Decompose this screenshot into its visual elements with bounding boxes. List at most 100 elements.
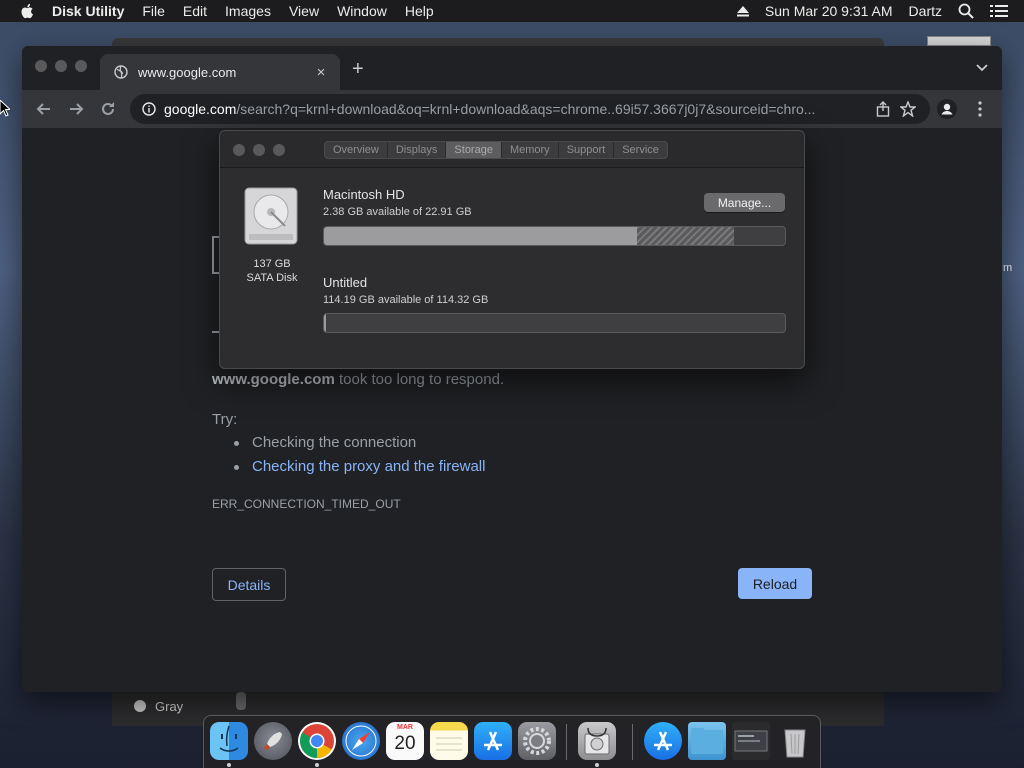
control-center-list-icon[interactable]	[990, 4, 1008, 18]
dock-separator	[566, 724, 567, 760]
menu-bar: Disk Utility File Edit Images View Windo…	[0, 0, 1024, 22]
tab-service[interactable]: Service	[614, 142, 667, 158]
menu-file[interactable]: File	[142, 3, 165, 19]
storage-bar-macintosh-hd	[323, 226, 786, 246]
finder-running-dot	[227, 763, 231, 767]
app-store-a-icon	[654, 731, 672, 751]
suggestion-proxy-firewall-link[interactable]: Checking the proxy and the firewall	[233, 458, 485, 482]
disk-info: 137 GB SATA Disk	[230, 257, 314, 285]
url-text[interactable]: google.com/search?q=krnl+download&oq=krn…	[164, 101, 864, 117]
compass-icon	[345, 725, 377, 757]
browser-toolbar: google.com/search?q=krnl+download&oq=krn…	[22, 90, 1002, 128]
desktop-edge-text: m	[1003, 262, 1013, 274]
eject-icon[interactable]	[736, 5, 749, 17]
spotlight-search-icon[interactable]	[958, 3, 974, 19]
menu-view[interactable]: View	[289, 3, 319, 19]
chrome-running-dot	[315, 763, 319, 767]
notes-icon[interactable]	[430, 722, 468, 760]
tab-displays[interactable]: Displays	[388, 142, 447, 158]
close-tab-icon[interactable]: ×	[312, 64, 330, 81]
screenshot-icon[interactable]	[732, 722, 770, 760]
storage-titlebar: Overview Displays Storage Memory Support…	[220, 131, 804, 168]
chrome-icon[interactable]	[298, 722, 336, 760]
forward-arrow-icon[interactable]	[66, 99, 86, 119]
calendar-day: 20	[394, 733, 416, 754]
trash-icon[interactable]	[776, 722, 814, 760]
menu-app-name[interactable]: Disk Utility	[52, 3, 124, 19]
gear-icon	[523, 727, 551, 755]
launchpad-icon[interactable]	[254, 722, 292, 760]
volume-available-macintosh-hd: 2.38 GB available of 22.91 GB	[323, 206, 472, 218]
reload-icon[interactable]	[98, 99, 118, 119]
finder-icon[interactable]	[210, 722, 248, 760]
folder-icon[interactable]	[688, 722, 726, 760]
browser-tab[interactable]: www.google.com ×	[100, 54, 340, 90]
notes-lines-icon	[436, 737, 462, 751]
url-host: google.com	[164, 101, 237, 117]
chevron-down-icon[interactable]	[976, 64, 988, 72]
trash-can-icon	[784, 729, 806, 758]
tab-strip: www.google.com × +	[22, 46, 1002, 90]
menu-images[interactable]: Images	[225, 3, 271, 19]
disk-type: SATA Disk	[246, 272, 298, 284]
dock-separator	[632, 724, 633, 760]
address-bar[interactable]: google.com/search?q=krnl+download&oq=krn…	[130, 94, 930, 124]
tab-support[interactable]: Support	[559, 142, 615, 158]
volume-available-untitled: 114.19 GB available of 114.32 GB	[323, 294, 489, 306]
gray-radio-button[interactable]	[134, 700, 146, 712]
close-window-button[interactable]	[35, 60, 47, 72]
safari-icon[interactable]	[342, 722, 380, 760]
volume-name-macintosh-hd: Macintosh HD	[323, 187, 405, 202]
app-store-icon[interactable]	[474, 722, 512, 760]
stethoscope-disk-icon	[584, 727, 610, 755]
manage-button[interactable]: Manage...	[704, 193, 785, 212]
menu-help[interactable]: Help	[405, 3, 434, 19]
more-options-icon[interactable]	[972, 100, 988, 118]
profile-person-icon	[938, 100, 956, 118]
storage-window-controls	[233, 144, 293, 156]
system-preferences-icon[interactable]	[518, 722, 556, 760]
minimize-window-button[interactable]	[55, 60, 67, 72]
globe-icon	[114, 65, 128, 79]
profile-avatar[interactable]	[937, 99, 957, 119]
site-info-icon[interactable]	[142, 102, 156, 116]
folder-glyph-icon	[691, 728, 723, 754]
background-scroll-knob[interactable]	[236, 692, 246, 710]
storage-zoom-button[interactable]	[273, 144, 285, 156]
menu-window[interactable]: Window	[337, 3, 387, 19]
error-message-text: took too long to respond.	[334, 371, 505, 388]
calendar-icon[interactable]: MAR 20	[386, 722, 424, 760]
menu-edit[interactable]: Edit	[183, 3, 207, 19]
new-tab-button[interactable]: +	[352, 58, 364, 81]
disk-utility-running-dot	[595, 763, 599, 767]
disk-utility-icon[interactable]	[578, 722, 616, 760]
desktop-thumbnail	[927, 36, 991, 46]
share-icon[interactable]	[876, 101, 890, 117]
menu-clock[interactable]: Sun Mar 20 9:31 AM	[765, 3, 893, 19]
app-store-downloads-icon[interactable]	[644, 722, 682, 760]
apple-menu-icon[interactable]	[18, 3, 36, 19]
bookmark-star-icon[interactable]	[900, 101, 916, 117]
try-label: Try:	[212, 411, 238, 428]
tab-overview[interactable]: Overview	[325, 142, 388, 158]
storage-close-button[interactable]	[233, 144, 245, 156]
gray-radio-label: Gray	[155, 699, 184, 714]
menu-user[interactable]: Dartz	[909, 3, 942, 19]
suggestion-list: Checking the connection Checking the pro…	[233, 434, 485, 482]
error-host: www.google.com	[212, 371, 335, 388]
about-tabs: Overview Displays Storage Memory Support…	[324, 141, 668, 159]
tab-memory[interactable]: Memory	[502, 142, 559, 158]
tab-title: www.google.com	[138, 64, 237, 80]
window-controls	[35, 60, 95, 72]
zoom-window-button[interactable]	[75, 60, 87, 72]
storage-used-segment	[324, 227, 638, 245]
reload-button[interactable]: Reload	[738, 568, 812, 599]
details-button[interactable]: Details	[212, 568, 286, 601]
rocket-icon	[263, 732, 282, 751]
tab-storage[interactable]: Storage	[446, 142, 502, 158]
screen-capture-icon	[734, 730, 768, 752]
storage-minimize-button[interactable]	[253, 144, 265, 156]
volume-name-untitled: Untitled	[323, 275, 368, 290]
error-message: www.google.com took too long to respond.	[212, 371, 504, 388]
back-arrow-icon[interactable]	[34, 99, 54, 119]
